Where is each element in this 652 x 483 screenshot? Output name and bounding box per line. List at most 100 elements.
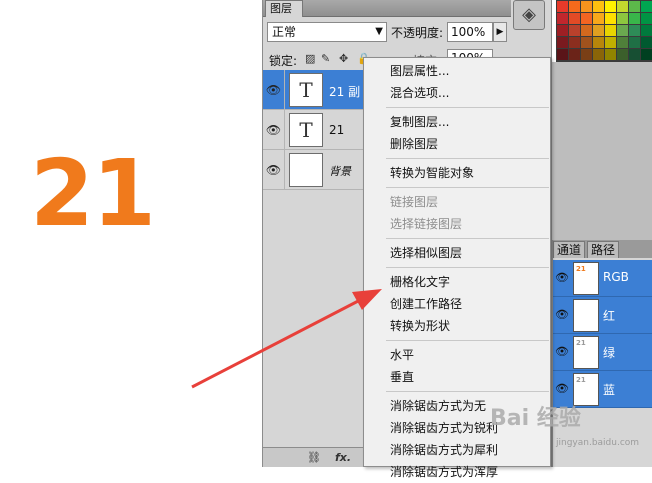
channel-name: RGB <box>603 270 629 284</box>
chevron-down-icon: ▼ <box>375 26 383 37</box>
color-swatch[interactable] <box>629 13 640 24</box>
eye-icon[interactable]: 👁 <box>555 271 569 284</box>
color-swatch[interactable] <box>581 37 592 48</box>
tab-layers[interactable]: 图层 <box>265 0 303 17</box>
color-swatch[interactable] <box>605 13 616 24</box>
menu-item[interactable]: 创建工作路径 <box>364 293 550 315</box>
color-swatch[interactable] <box>617 25 628 36</box>
menu-item[interactable]: 转换为智能对象 <box>364 162 550 184</box>
menu-separator <box>386 340 549 341</box>
eye-icon[interactable]: 👁 <box>263 110 285 150</box>
channel-thumbnail <box>573 299 599 332</box>
color-swatch[interactable] <box>593 13 604 24</box>
swatches-panel <box>556 0 652 62</box>
link-icon[interactable]: ⛓ <box>307 451 321 464</box>
lock-transparent-icon[interactable]: ▨ <box>305 52 315 65</box>
color-swatch[interactable] <box>605 1 616 12</box>
channel-row[interactable]: 👁 21 RGB <box>553 260 652 297</box>
menu-separator <box>386 238 549 239</box>
color-swatch[interactable] <box>593 37 604 48</box>
tab-channels[interactable]: 通道 <box>553 241 586 258</box>
menu-item[interactable]: 选择相似图层 <box>364 242 550 264</box>
color-swatch[interactable] <box>629 37 640 48</box>
blend-mode-select[interactable]: 正常 ▼ <box>267 22 387 42</box>
menu-separator <box>386 391 549 392</box>
layer-name: 21 副 <box>329 85 361 99</box>
lock-brush-icon[interactable]: ✎ <box>321 52 330 65</box>
menu-item: 选择链接图层 <box>390 217 463 231</box>
color-swatch[interactable] <box>641 25 652 36</box>
menu-item[interactable]: 栅格化文字 <box>364 271 550 293</box>
eye-icon[interactable]: 👁 <box>555 382 569 395</box>
menu-separator <box>386 158 549 159</box>
color-swatch[interactable] <box>557 37 568 48</box>
tab-paths[interactable]: 路径 <box>587 241 620 258</box>
color-swatch[interactable] <box>581 25 592 36</box>
layer-thumbnail: T <box>289 73 323 107</box>
color-swatch[interactable] <box>617 49 628 60</box>
color-swatch[interactable] <box>617 13 628 24</box>
menu-item[interactable]: 垂直 <box>364 366 550 388</box>
menu-item[interactable]: 水平 <box>364 344 550 366</box>
lock-label: 锁定: <box>269 54 298 68</box>
color-swatch[interactable] <box>641 49 652 60</box>
channel-thumbnail: 21 <box>573 262 599 295</box>
opacity-slider-button[interactable]: ▶ <box>493 22 507 42</box>
color-swatch[interactable] <box>605 37 616 48</box>
watermark-url: jingyan.baidu.com <box>556 438 640 448</box>
channels-tabbar: 通道 路径 <box>553 240 652 258</box>
menu-item[interactable]: 消除锯齿方式为犀利 <box>364 439 550 461</box>
menu-item[interactable]: 图层属性... <box>364 60 550 82</box>
layer-name: 21 <box>329 123 345 137</box>
color-swatch[interactable] <box>605 49 616 60</box>
color-swatch[interactable] <box>617 37 628 48</box>
color-swatch[interactable] <box>641 13 652 24</box>
eye-icon[interactable]: 👁 <box>555 345 569 358</box>
menu-separator <box>386 107 549 108</box>
color-swatch[interactable] <box>617 1 628 12</box>
opacity-field[interactable]: 100% <box>447 22 493 42</box>
opacity-label: 不透明度: <box>391 26 444 40</box>
color-swatch[interactable] <box>581 1 592 12</box>
color-swatch[interactable] <box>569 1 580 12</box>
color-swatch[interactable] <box>557 13 568 24</box>
eye-icon[interactable]: 👁 <box>263 150 285 190</box>
layer-name: 背景 <box>329 165 351 178</box>
channel-row[interactable]: 👁 21 绿 <box>553 334 652 371</box>
color-swatch[interactable] <box>593 49 604 60</box>
channel-row[interactable]: 👁 红 <box>553 297 652 334</box>
color-swatch[interactable] <box>557 49 568 60</box>
color-swatch[interactable] <box>605 25 616 36</box>
fx-icon[interactable]: fx. <box>335 451 351 464</box>
color-swatch[interactable] <box>569 13 580 24</box>
blend-mode-value: 正常 <box>272 25 297 39</box>
menu-item[interactable]: 消除锯齿方式为浑厚 <box>364 461 550 483</box>
eye-icon[interactable]: 👁 <box>263 70 285 110</box>
color-swatch[interactable] <box>629 25 640 36</box>
color-swatch[interactable] <box>641 1 652 12</box>
color-swatch[interactable] <box>629 1 640 12</box>
eye-icon[interactable]: 👁 <box>555 308 569 321</box>
color-swatch[interactable] <box>593 1 604 12</box>
lock-move-icon[interactable]: ✥ <box>339 52 348 65</box>
color-swatch[interactable] <box>593 25 604 36</box>
color-swatch[interactable] <box>557 1 568 12</box>
channel-name: 蓝 <box>603 383 616 397</box>
menu-item[interactable]: 混合选项... <box>364 82 550 104</box>
menu-separator <box>386 267 549 268</box>
color-swatch[interactable] <box>557 25 568 36</box>
menu-item[interactable]: 删除图层 <box>364 133 550 155</box>
color-swatch[interactable] <box>569 49 580 60</box>
color-swatch[interactable] <box>569 25 580 36</box>
color-swatch[interactable] <box>569 37 580 48</box>
layers-dock-icon[interactable]: ◈ <box>513 0 545 30</box>
color-swatch[interactable] <box>581 13 592 24</box>
color-swatch[interactable] <box>581 49 592 60</box>
color-swatch[interactable] <box>641 37 652 48</box>
menu-item[interactable]: 复制图层... <box>364 111 550 133</box>
canvas-number-text: 21 <box>30 140 156 247</box>
channel-name: 绿 <box>603 346 616 360</box>
menu-item[interactable]: 转换为形状 <box>364 315 550 337</box>
color-swatch[interactable] <box>629 49 640 60</box>
layer-thumbnail: T <box>289 113 323 147</box>
